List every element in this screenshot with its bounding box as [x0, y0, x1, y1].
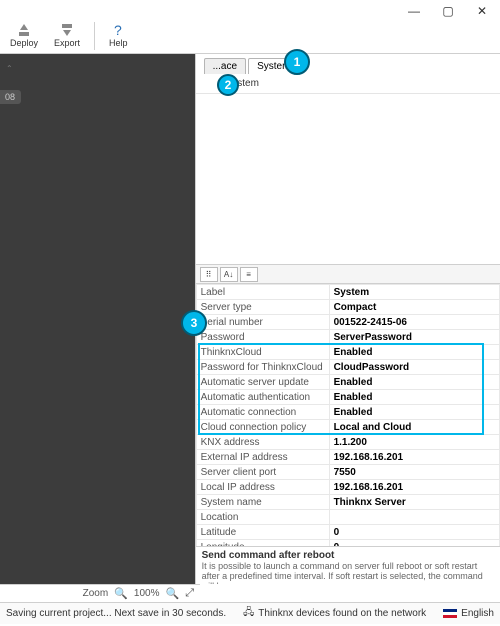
language-selector[interactable]: English [443, 608, 494, 619]
property-row[interactable]: KNX address1.1.200 [196, 435, 499, 450]
zoom-out-icon[interactable]: 🔍 [114, 587, 128, 600]
property-value[interactable]: 001522-2415-06 [329, 315, 499, 330]
property-value[interactable]: CloudPassword [329, 360, 499, 375]
network-icon: 🖧 [243, 605, 254, 622]
property-row[interactable]: PasswordServerPassword [196, 330, 499, 345]
property-value[interactable]: ServerPassword [329, 330, 499, 345]
export-button[interactable]: Export [50, 22, 84, 48]
property-key: Password for ThinknxCloud [196, 360, 329, 375]
property-value[interactable]: Compact [329, 300, 499, 315]
property-row[interactable]: Automatic connectionEnabled [196, 405, 499, 420]
property-value[interactable]: 0 [329, 525, 499, 540]
callout-1: 1 [284, 49, 310, 75]
minimize-button[interactable]: — [406, 4, 422, 18]
property-key: Local IP address [196, 480, 329, 495]
canvas-tag: 08 [0, 90, 21, 104]
zoom-fit-icon[interactable]: ⤢ [185, 587, 194, 600]
property-row[interactable]: Location [196, 510, 499, 525]
property-key: Location [196, 510, 329, 525]
property-value[interactable]: Enabled [329, 405, 499, 420]
property-value[interactable]: Enabled [329, 390, 499, 405]
property-value[interactable]: System [329, 285, 499, 300]
property-row[interactable]: Latitude0 [196, 525, 499, 540]
property-toolbar: ⠿ A↓ ≡ [196, 264, 500, 284]
help-button[interactable]: ? Help [105, 22, 132, 48]
status-left: Saving current project... Next save in 3… [6, 608, 226, 619]
property-key: Automatic authentication [196, 390, 329, 405]
property-row[interactable]: Local IP address192.168.16.201 [196, 480, 499, 495]
toolbar: Deploy Export ? Help [0, 22, 500, 54]
canvas-panel: 08 [0, 54, 195, 584]
property-row[interactable]: Automatic authenticationEnabled [196, 390, 499, 405]
property-value[interactable]: 192.168.16.201 [329, 480, 499, 495]
property-value[interactable]: Thinknx Server [329, 495, 499, 510]
property-row[interactable]: Server typeCompact [196, 300, 499, 315]
property-value[interactable]: 192.168.16.201 [329, 450, 499, 465]
zoom-bar: Zoom 🔍 100% 🔍 ⤢ [0, 584, 200, 602]
property-key: Latitude [196, 525, 329, 540]
property-key: External IP address [196, 450, 329, 465]
callout-3: 3 [181, 310, 207, 336]
property-row[interactable]: External IP address192.168.16.201 [196, 450, 499, 465]
property-key: System name [196, 495, 329, 510]
status-network[interactable]: 🖧 Thinknx devices found on the network [243, 605, 426, 622]
property-row[interactable]: System nameThinknx Server [196, 495, 499, 510]
property-value[interactable] [329, 510, 499, 525]
tree-empty-area [196, 94, 500, 264]
property-value[interactable]: Local and Cloud [329, 420, 499, 435]
tree-row-system[interactable]: ▸ System [196, 74, 500, 94]
property-key: Password [196, 330, 329, 345]
property-value[interactable]: Enabled [329, 345, 499, 360]
callout-2: 2 [217, 74, 239, 96]
property-key: Cloud connection policy [196, 420, 329, 435]
property-row[interactable]: LabelSystem [196, 285, 499, 300]
property-value[interactable]: 1.1.200 [329, 435, 499, 450]
window-controls: — ▢ ✕ [0, 0, 500, 22]
property-key: Label [196, 285, 329, 300]
property-row[interactable]: Serial number001522-2415-06 [196, 315, 499, 330]
property-key: Automatic connection [196, 405, 329, 420]
property-row[interactable]: Cloud connection policyLocal and Cloud [196, 420, 499, 435]
categorize-button[interactable]: ⠿ [200, 267, 218, 282]
tab-strip: ...ace System [196, 54, 500, 74]
property-key: Serial number [196, 315, 329, 330]
zoom-in-icon[interactable]: 🔍 [165, 587, 179, 600]
property-value[interactable]: 7550 [329, 465, 499, 480]
props-view-button[interactable]: ≡ [240, 267, 258, 282]
flag-icon [443, 609, 457, 618]
collapse-icon[interactable]: ⌃ [6, 64, 13, 73]
svg-text:?: ? [114, 22, 122, 38]
close-button[interactable]: ✕ [474, 4, 490, 18]
property-key: ThinknxCloud [196, 345, 329, 360]
zoom-value: 100% [134, 588, 160, 599]
property-key: Automatic server update [196, 375, 329, 390]
property-key: KNX address [196, 435, 329, 450]
property-row[interactable]: Password for ThinknxCloudCloudPassword [196, 360, 499, 375]
property-grid[interactable]: LabelSystemServer typeCompactSerial numb… [196, 284, 500, 546]
sort-button[interactable]: A↓ [220, 267, 238, 282]
tab-interface[interactable]: ...ace [204, 58, 246, 74]
property-row[interactable]: Server client port7550 [196, 465, 499, 480]
property-row[interactable]: Automatic server updateEnabled [196, 375, 499, 390]
property-value[interactable]: Enabled [329, 375, 499, 390]
property-key: Server client port [196, 465, 329, 480]
property-key: Server type [196, 300, 329, 315]
status-bar: Saving current project... Next save in 3… [0, 602, 500, 624]
deploy-button[interactable]: Deploy [6, 22, 42, 48]
maximize-button[interactable]: ▢ [440, 4, 456, 18]
property-row[interactable]: ThinknxCloudEnabled [196, 345, 499, 360]
property-description: Send command after reboot It is possible… [196, 546, 500, 584]
zoom-label: Zoom [83, 588, 109, 599]
